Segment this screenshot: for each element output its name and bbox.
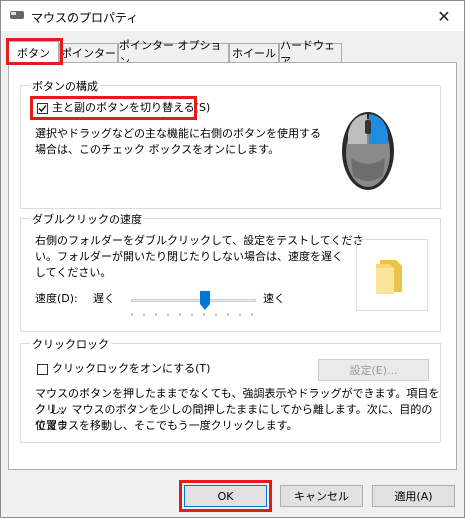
test-folder[interactable] (356, 239, 428, 311)
mouse-app-icon (10, 11, 24, 19)
double-click-title: ダブルクリックの速度 (30, 211, 144, 227)
double-click-desc-line3: してください。 (35, 266, 112, 279)
click-lock-checkbox[interactable] (37, 364, 48, 375)
title-bar: マウスのプロパティ ✕ (1, 1, 464, 31)
click-lock-group: クリックロック クリックロックをオンにする(T) 設定(E)... マウスのボタ… (20, 336, 441, 443)
click-lock-settings-button[interactable]: 設定(E)... (318, 359, 429, 381)
tab-hardware[interactable]: ハードウェア (279, 39, 342, 68)
click-lock-label[interactable]: クリックロックをオンにする(T) (52, 361, 210, 377)
slider-ticks (131, 313, 253, 316)
click-lock-desc-line3: でマウスを移動し、そこでもう一度クリックします。 (35, 419, 298, 432)
apply-button[interactable]: 適用(A) (372, 485, 455, 507)
folder-icon (376, 260, 402, 294)
slider-thumb[interactable] (200, 291, 210, 310)
double-click-group: ダブルクリックの速度 右側のフォルダーをダブルクリックして、設定をテストしてくだ… (20, 211, 441, 332)
click-lock-title: クリックロック (30, 336, 111, 352)
double-click-desc-line2: い。フォルダーが開いたり閉じたりしない場合は、速度を遅く (35, 250, 343, 263)
tab-wheel[interactable]: ホイール (229, 43, 279, 62)
double-click-desc-line1: 右側のフォルダーをダブルクリックして、設定をテストしてくださ (35, 234, 364, 247)
speed-label: 速度(D): (35, 292, 78, 305)
highlight-tab-buttons (6, 38, 63, 65)
tab-pointer-options[interactable]: ポインター オプション (118, 39, 229, 68)
highlight-switch-buttons (30, 96, 197, 120)
highlight-ok-button (179, 480, 272, 512)
slider-track (131, 299, 256, 302)
fast-label: 速く (263, 292, 285, 305)
button-config-title: ボタンの構成 (30, 78, 100, 94)
close-icon[interactable]: ✕ (424, 1, 464, 31)
tab-panel: ボタンの構成 主と副のボタンを切り替える(S) 選択やドラッグなどの主な機能に右… (8, 62, 457, 470)
mouse-properties-window: マウスのプロパティ ✕ ボタン ポインター ポインター オプション ホイール ハ… (0, 0, 465, 518)
switch-description-line1: 選択やドラッグなどの主な機能に右側のボタンを使用する (35, 127, 321, 140)
switch-description-line2: 場合は、このチェック ボックスをオンにします。 (35, 143, 280, 156)
window-title: マウスのプロパティ (31, 11, 139, 25)
tab-pointers[interactable]: ポインター (59, 43, 118, 62)
mouse-image-icon (342, 112, 394, 190)
slow-label: 遅く (93, 292, 115, 305)
cancel-button[interactable]: キャンセル (280, 485, 363, 507)
speed-slider[interactable] (131, 289, 256, 319)
